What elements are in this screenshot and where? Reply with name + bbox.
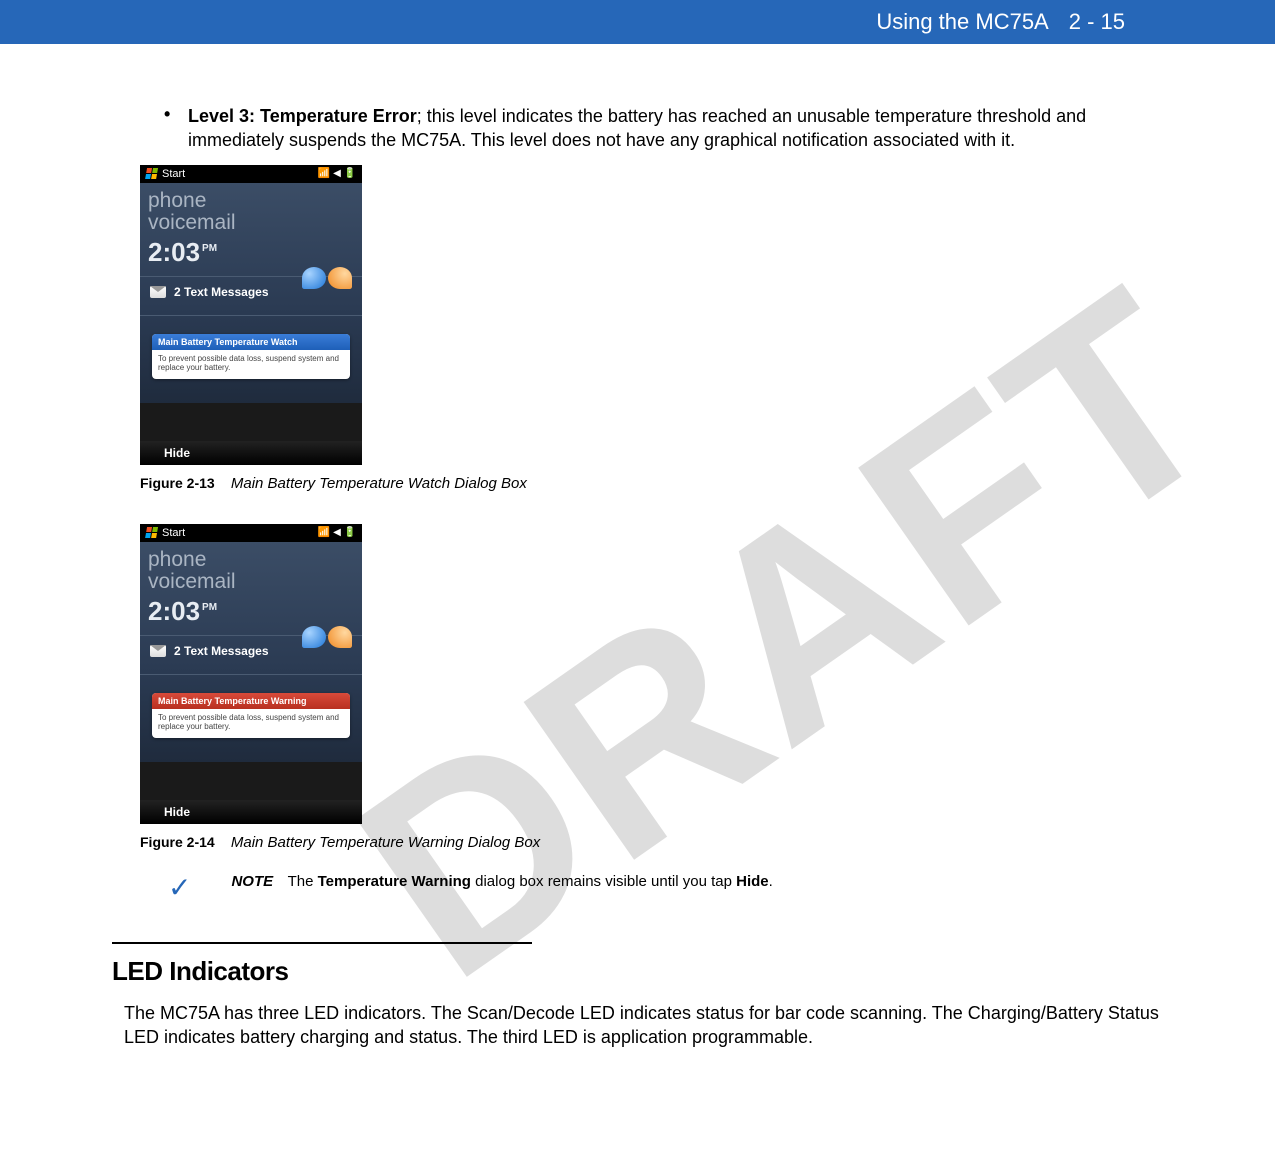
figure-2-13-image: Start 📶 ◀ 🔋 phone voicemail 2:03PM 2 Tex… xyxy=(140,165,362,465)
fig-text: Main Battery Temperature Watch Dialog Bo… xyxy=(231,475,527,492)
windows-icon xyxy=(145,168,159,180)
pm-alert-body: To prevent possible data loss, suspend s… xyxy=(152,709,350,738)
envelope-icon xyxy=(150,645,166,657)
pm-body: phone voicemail 2:03PM 2 Text Messages M… xyxy=(140,183,362,403)
pm-hide: Hide xyxy=(164,446,190,460)
pm-start: Start xyxy=(162,168,185,180)
pm-body: phone voicemail 2:03PM 2 Text Messages M… xyxy=(140,542,362,762)
bubble-icon xyxy=(302,267,326,289)
fig-label: Figure 2-13 xyxy=(140,475,215,491)
header-pagenum: 2 - 15 xyxy=(1069,9,1125,35)
pm-msg-count: 2 Text Messages xyxy=(174,285,269,299)
header-title: Using the MC75A xyxy=(876,9,1048,35)
bubble-icon xyxy=(302,626,326,648)
pm-alert-body: To prevent possible data loss, suspend s… xyxy=(152,350,350,379)
windows-icon xyxy=(145,527,159,539)
bullet-marker: • xyxy=(164,104,188,153)
pm-phone-label: phone xyxy=(148,548,354,572)
pm-hide: Hide xyxy=(164,805,190,819)
envelope-icon xyxy=(150,286,166,298)
pm-alert-title: Main Battery Temperature Warning xyxy=(152,693,350,709)
pm-phone-label: phone xyxy=(148,189,354,213)
pm-time: 2:03PM xyxy=(148,596,354,627)
bubble-icon xyxy=(328,626,352,648)
pm-start: Start xyxy=(162,527,185,539)
pm-bottombar: Hide xyxy=(140,800,362,824)
pm-alert-warning: Main Battery Temperature Warning To prev… xyxy=(152,693,350,738)
bullet-bold: Level 3: Temperature Error xyxy=(188,106,417,126)
section-heading: LED Indicators xyxy=(112,956,1175,987)
note-text: The Temperature Warning dialog box remai… xyxy=(288,873,773,890)
page-header: Using the MC75A 2 - 15 xyxy=(0,0,1275,44)
note-content: NOTE The Temperature Warning dialog box … xyxy=(231,873,772,891)
pm-alert-title: Main Battery Temperature Watch xyxy=(152,334,350,350)
pm-time: 2:03PM xyxy=(148,237,354,268)
note-label: NOTE xyxy=(231,873,273,890)
checkmark-icon: ✓ xyxy=(168,871,191,904)
section-divider xyxy=(112,942,532,944)
pm-msg-count: 2 Text Messages xyxy=(174,644,269,658)
status-icons: 📶 ◀ 🔋 xyxy=(318,168,356,179)
pm-voicemail-label: voicemail xyxy=(148,570,354,594)
bubble-icon xyxy=(328,267,352,289)
draft-watermark: DRAFT xyxy=(305,228,1274,1041)
section-paragraph: The MC75A has three LED indicators. The … xyxy=(124,1001,1175,1050)
bullet-text: Level 3: Temperature Error; this level i… xyxy=(188,104,1175,153)
note-row: ✓ NOTE The Temperature Warning dialog bo… xyxy=(168,873,1175,904)
figure-2-14-image: Start 📶 ◀ 🔋 phone voicemail 2:03PM 2 Tex… xyxy=(140,524,362,824)
pm-chat-bubbles xyxy=(302,267,352,289)
pm-bottombar: Hide xyxy=(140,441,362,465)
figure-2-14-caption: Figure 2-14 Main Battery Temperature War… xyxy=(140,834,1175,851)
pm-statusbar: Start 📶 ◀ 🔋 xyxy=(140,165,362,183)
fig-label: Figure 2-14 xyxy=(140,834,215,850)
pm-chat-bubbles xyxy=(302,626,352,648)
pm-voicemail-label: voicemail xyxy=(148,211,354,235)
pm-statusbar: Start 📶 ◀ 🔋 xyxy=(140,524,362,542)
figure-2-13-caption: Figure 2-13 Main Battery Temperature Wat… xyxy=(140,475,1175,492)
fig-text: Main Battery Temperature Warning Dialog … xyxy=(231,834,540,851)
pm-alert-watch: Main Battery Temperature Watch To preven… xyxy=(152,334,350,379)
status-icons: 📶 ◀ 🔋 xyxy=(318,527,356,538)
bullet-level3: • Level 3: Temperature Error; this level… xyxy=(164,104,1175,153)
